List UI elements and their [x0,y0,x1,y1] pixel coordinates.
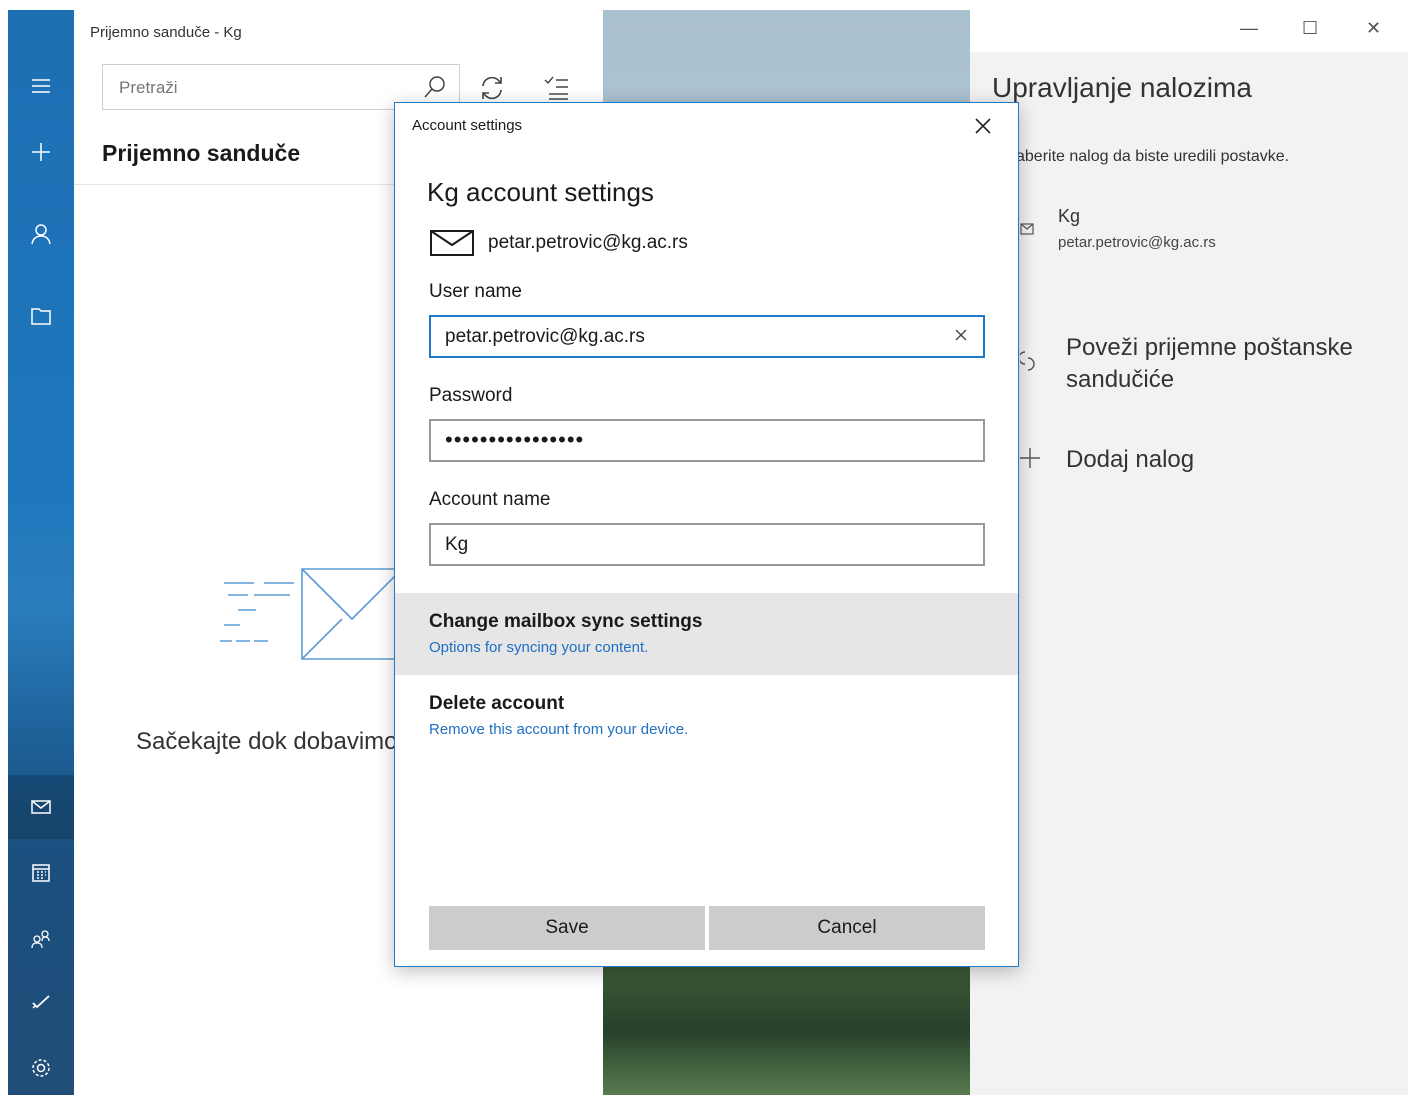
account-name-value[interactable]: Kg [445,534,468,556]
todo-check-icon [32,995,50,1009]
search-input[interactable]: Pretraži [119,78,178,98]
save-button[interactable]: Save [429,906,705,950]
account-item-email[interactable]: petar.petrovic@kg.ac.rs [1058,234,1216,251]
change-sync-settings-option[interactable]: Change mailbox sync settings Options for… [395,593,1018,675]
manage-accounts-pane: Upravljanje nalozima aberite nalog da bi… [970,52,1408,1095]
account-mail-icon [1020,223,1034,235]
sync-settings-title: Change mailbox sync settings [429,611,703,632]
navigation-rail [8,10,74,1095]
close-icon[interactable] [970,113,996,139]
people-button[interactable] [8,907,74,971]
username-value[interactable]: petar.petrovic@kg.ac.rs [445,326,645,348]
link-inboxes-link[interactable]: Poveži prijemne poštanske sandučiće [1066,332,1386,396]
dialog-heading: Kg account settings [427,177,654,207]
add-account-link[interactable]: Dodaj nalog [1066,446,1194,474]
add-account-plus-icon [1020,448,1040,468]
account-name-label: Account name [429,489,551,510]
background-forest [603,966,970,1095]
cancel-button[interactable]: Cancel [709,906,985,950]
people-icon [31,930,50,949]
settings-gear-icon [32,1059,50,1077]
calendar-button[interactable] [8,841,74,905]
close-window-button[interactable]: ✕ [1366,18,1381,39]
sync-settings-subtitle: Options for syncing your content. [429,639,649,656]
account-settings-dialog: Account settings Kg account settings pet… [394,102,1019,967]
maximize-button[interactable]: ☐ [1302,18,1318,39]
mail-button[interactable] [8,775,74,839]
password-field[interactable]: •••••••••••••••• [429,419,985,462]
username-field[interactable]: petar.petrovic@kg.ac.rs [429,315,985,358]
empty-mail-illustration-icon [220,568,403,660]
settings-button[interactable] [8,1036,74,1095]
delete-account-subtitle: Remove this account from your device. [429,721,689,738]
select-mode-icon[interactable] [543,74,571,102]
delete-account-title: Delete account [429,693,565,714]
account-item-name[interactable]: Kg [1058,206,1080,227]
username-label: User name [429,281,522,302]
password-value[interactable]: •••••••••••••••• [445,427,584,453]
envelope-icon [430,230,474,256]
mail-icon [31,800,51,814]
manage-accounts-title: Upravljanje nalozima [992,72,1252,103]
todo-button[interactable] [8,970,74,1034]
folder-title: Prijemno sanduče [102,140,301,166]
clear-input-icon[interactable] [951,325,971,345]
sync-icon[interactable] [478,74,506,102]
loading-message: Sačekajte dok dobavimo [136,728,398,755]
dialog-title: Account settings [412,117,523,134]
account-email: petar.petrovic@kg.ac.rs [488,232,688,253]
calendar-icon [32,864,50,882]
delete-account-option[interactable]: Delete account Remove this account from … [395,675,1018,757]
new-mail-button[interactable] [8,120,74,184]
hamburger-menu-button[interactable] [8,54,74,118]
search-icon[interactable] [423,75,447,99]
accounts-button[interactable] [8,202,74,266]
left-edge [0,0,8,1095]
link-inboxes-icon [1020,351,1035,371]
window-title: Prijemno sanduče - Kg [90,24,242,41]
password-label: Password [429,385,513,406]
folders-button[interactable] [8,284,74,348]
person-icon [31,224,51,245]
minimize-button[interactable]: — [1240,18,1258,39]
plus-icon [32,143,50,161]
manage-accounts-subtitle: aberite nalog da biste uredili postavke. [1016,148,1290,165]
folder-icon [31,308,51,325]
hamburger-menu-icon [32,79,50,93]
account-name-field[interactable]: Kg [429,523,985,566]
top-edge [0,0,1408,10]
